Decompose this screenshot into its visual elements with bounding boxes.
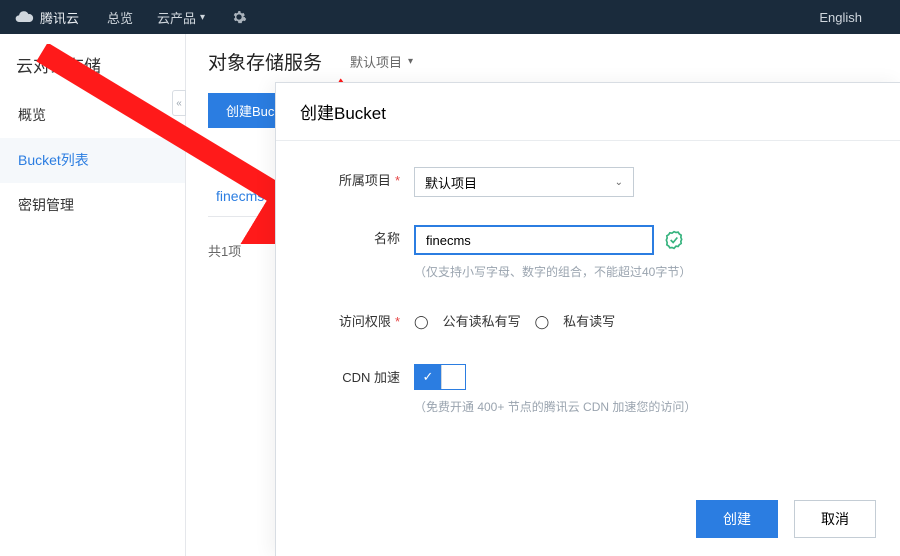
sidebar-title: 云对象存储 bbox=[0, 34, 185, 93]
required-mark: * bbox=[395, 173, 400, 188]
chevron-down-icon: ⌄ bbox=[615, 177, 623, 188]
access-radio-group[interactable]: ◯公有读私有写 ◯私有读写 bbox=[414, 308, 872, 336]
nav-products[interactable]: 云产品 ▾ bbox=[157, 8, 205, 27]
label-access: 访问权限 bbox=[339, 314, 391, 329]
sidebar-collapse-button[interactable]: « bbox=[172, 90, 186, 116]
brand-logo[interactable]: 腾讯云 bbox=[14, 7, 79, 27]
brand-text: 腾讯云 bbox=[40, 8, 79, 27]
sidebar-item-bucket-list[interactable]: Bucket列表 bbox=[0, 138, 185, 183]
sidebar-item-keys[interactable]: 密钥管理 bbox=[0, 183, 185, 228]
required-mark: * bbox=[395, 314, 400, 329]
check-icon: ✓ bbox=[415, 365, 441, 389]
toggle-knob bbox=[441, 365, 465, 389]
cloud-icon bbox=[14, 7, 34, 27]
project-selector[interactable]: 默认项目 ▾ bbox=[350, 52, 413, 71]
label-name: 名称 bbox=[374, 231, 400, 246]
cancel-button[interactable]: 取消 bbox=[794, 500, 876, 538]
bucket-name-input[interactable] bbox=[414, 225, 654, 255]
cdn-hint: （免费开通 400+ 节点的腾讯云 CDN 加速您的访问） bbox=[414, 398, 872, 415]
bucket-link[interactable]: finecms bbox=[208, 188, 272, 217]
sidebar-item-overview[interactable]: 概览 bbox=[0, 93, 185, 138]
create-bucket-modal: 创建Bucket 所属项目 * 默认项目 ⌄ 名称 （仅支持小写字母、数字的组合，… bbox=[275, 82, 900, 556]
radio-icon: ◯ bbox=[414, 308, 429, 336]
chevron-down-icon: ▾ bbox=[200, 12, 205, 23]
project-select[interactable]: 默认项目 ⌄ bbox=[414, 167, 634, 197]
cdn-toggle[interactable]: ✓ bbox=[414, 364, 466, 390]
confirm-button[interactable]: 创建 bbox=[696, 500, 778, 538]
nav-language[interactable]: English bbox=[819, 10, 862, 25]
chevron-down-icon: ▾ bbox=[408, 56, 413, 67]
modal-title: 创建Bucket bbox=[276, 83, 900, 141]
top-bar: 腾讯云 总览 云产品 ▾ English bbox=[0, 0, 900, 34]
settings-icon[interactable] bbox=[231, 9, 247, 25]
nav-overview[interactable]: 总览 bbox=[107, 8, 133, 27]
radio-icon: ◯ bbox=[535, 308, 550, 336]
name-hint: （仅支持小写字母、数字的组合，不能超过40字节） bbox=[414, 263, 872, 280]
label-project: 所属项目 bbox=[339, 173, 391, 188]
label-cdn: CDN 加速 bbox=[342, 370, 400, 385]
sidebar: 云对象存储 « 概览 Bucket列表 密钥管理 bbox=[0, 34, 186, 556]
valid-check-icon bbox=[664, 230, 684, 250]
page-title: 对象存储服务 bbox=[208, 48, 322, 75]
